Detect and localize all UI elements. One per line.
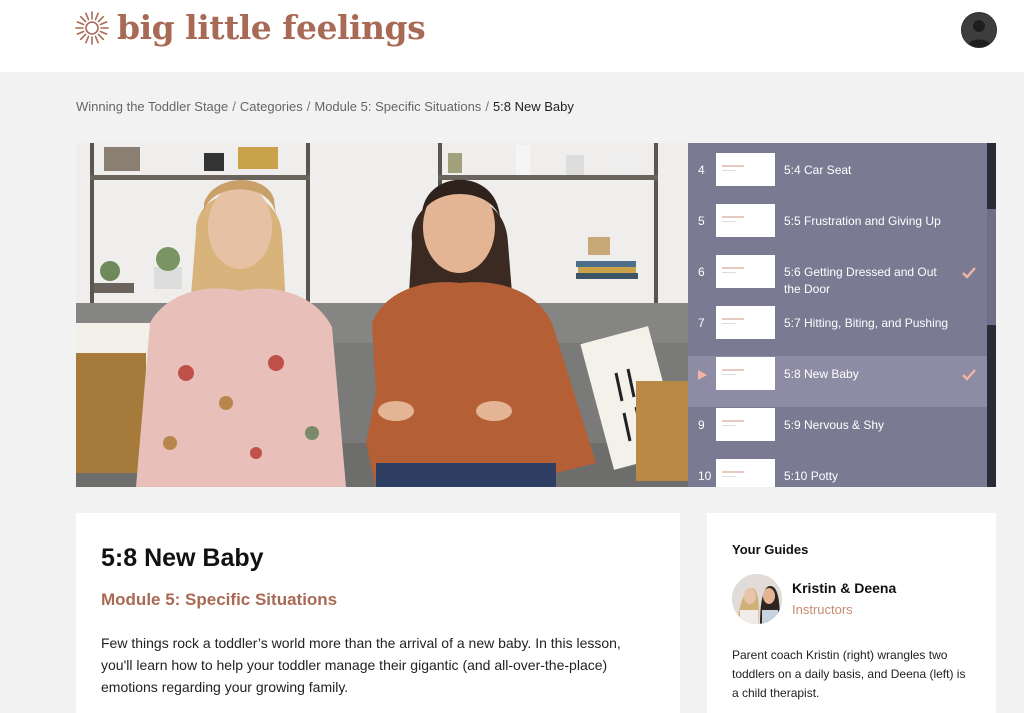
lesson-description: Few things rock a toddler’s world more t…	[101, 635, 621, 695]
playlist-item-thumbnail	[716, 357, 775, 390]
playlist-item[interactable]: 10 5:10 Potty	[688, 458, 987, 487]
playlist-item[interactable]: 9 5:9 Nervous & Shy	[688, 407, 987, 458]
playlist-item-thumbnail	[716, 204, 775, 237]
lesson-title: 5:8 New Baby	[101, 544, 264, 572]
playlist-item-title: 5:7 Hitting, Biting, and Pushing	[784, 316, 949, 330]
playlist-item-number: 6	[698, 265, 705, 279]
guide-name: Kristin & Deena	[792, 580, 897, 596]
site-header: big little feelings	[0, 0, 1024, 72]
guides-card: Your Guides Kristin & Deena Instructors …	[707, 513, 996, 713]
completed-check-icon	[962, 267, 976, 279]
lesson-details-card: 5:8 New Baby Module 5: Specific Situatio…	[76, 513, 680, 713]
playlist-item-number: 10	[698, 469, 712, 483]
playlist-item-title: 5:10 Potty	[784, 469, 839, 483]
playlist-item-title: 5:6 Getting Dressed and Out the Door	[784, 265, 937, 296]
guide-avatar	[732, 574, 782, 624]
guide-photo	[732, 574, 782, 624]
playlist-item-title: 5:8 New Baby	[784, 367, 859, 381]
now-playing-icon	[698, 370, 707, 380]
breadcrumb-link[interactable]: Categories	[240, 99, 303, 114]
playlist-item-number: 4	[698, 163, 705, 177]
brand-name: big little feelings	[117, 8, 426, 47]
breadcrumb: Winning the Toddler Stage / Categories / Mod…	[76, 99, 574, 114]
playlist-item-thumbnail	[716, 255, 775, 288]
playlist-item-active[interactable]: 5:8 New Baby	[688, 356, 987, 407]
playlist-item-number: 5	[698, 214, 705, 228]
video-player[interactable]	[76, 143, 688, 487]
playlist-item-thumbnail	[716, 306, 775, 339]
playlist-item-title: 5:9 Nervous & Shy	[784, 418, 885, 432]
breadcrumb-link[interactable]: Winning the Toddler Stage	[76, 99, 228, 114]
playlist-item-number: 9	[698, 418, 705, 432]
playlist-scrollbar-thumb[interactable]	[987, 209, 996, 325]
user-avatar-icon	[962, 13, 996, 47]
user-avatar-button[interactable]	[961, 12, 997, 48]
playlist-item-title: 5:4 Car Seat	[784, 163, 852, 177]
playlist-item-thumbnail	[716, 459, 775, 487]
sun-logo-icon	[75, 11, 109, 45]
playlist-item-thumbnail	[716, 408, 775, 441]
guide-role: Instructors	[792, 602, 853, 617]
lesson-playlist: 4 5:4 Car Seat 5 5:5 Frustration and Giv…	[688, 143, 996, 487]
playlist-item[interactable]: 6 5:6 Getting Dressed and Out the Door	[688, 254, 987, 305]
playlist-item[interactable]: 5 5:5 Frustration and Giving Up	[688, 203, 987, 254]
guides-heading: Your Guides	[732, 542, 809, 557]
breadcrumb-separator: /	[306, 99, 311, 114]
playlist-item[interactable]: 7 5:7 Hitting, Biting, and Pushing	[688, 305, 987, 356]
breadcrumb-link[interactable]: Module 5: Specific Situations	[314, 99, 481, 114]
playlist-item[interactable]: 4 5:4 Car Seat	[688, 152, 987, 203]
breadcrumb-current: 5:8 New Baby	[492, 99, 574, 114]
breadcrumb-separator: /	[485, 99, 489, 114]
lesson-module: Module 5: Specific Situations	[101, 590, 338, 609]
playlist-scrollbar[interactable]	[987, 143, 996, 487]
completed-check-icon	[962, 369, 976, 381]
playlist-item-thumbnail	[716, 153, 775, 186]
playlist-item-number: 7	[698, 316, 705, 330]
playlist-item-title: 5:5 Frustration and Giving Up	[784, 214, 941, 228]
guide-bio: Parent coach Kristin (right) wrangles tw…	[732, 648, 966, 700]
lesson-player: 4 5:4 Car Seat 5 5:5 Frustration and Giv…	[76, 143, 996, 487]
breadcrumb-separator: /	[232, 99, 236, 114]
brand-logo[interactable]: big little feelings	[74, 8, 426, 47]
video-frame	[76, 143, 688, 487]
